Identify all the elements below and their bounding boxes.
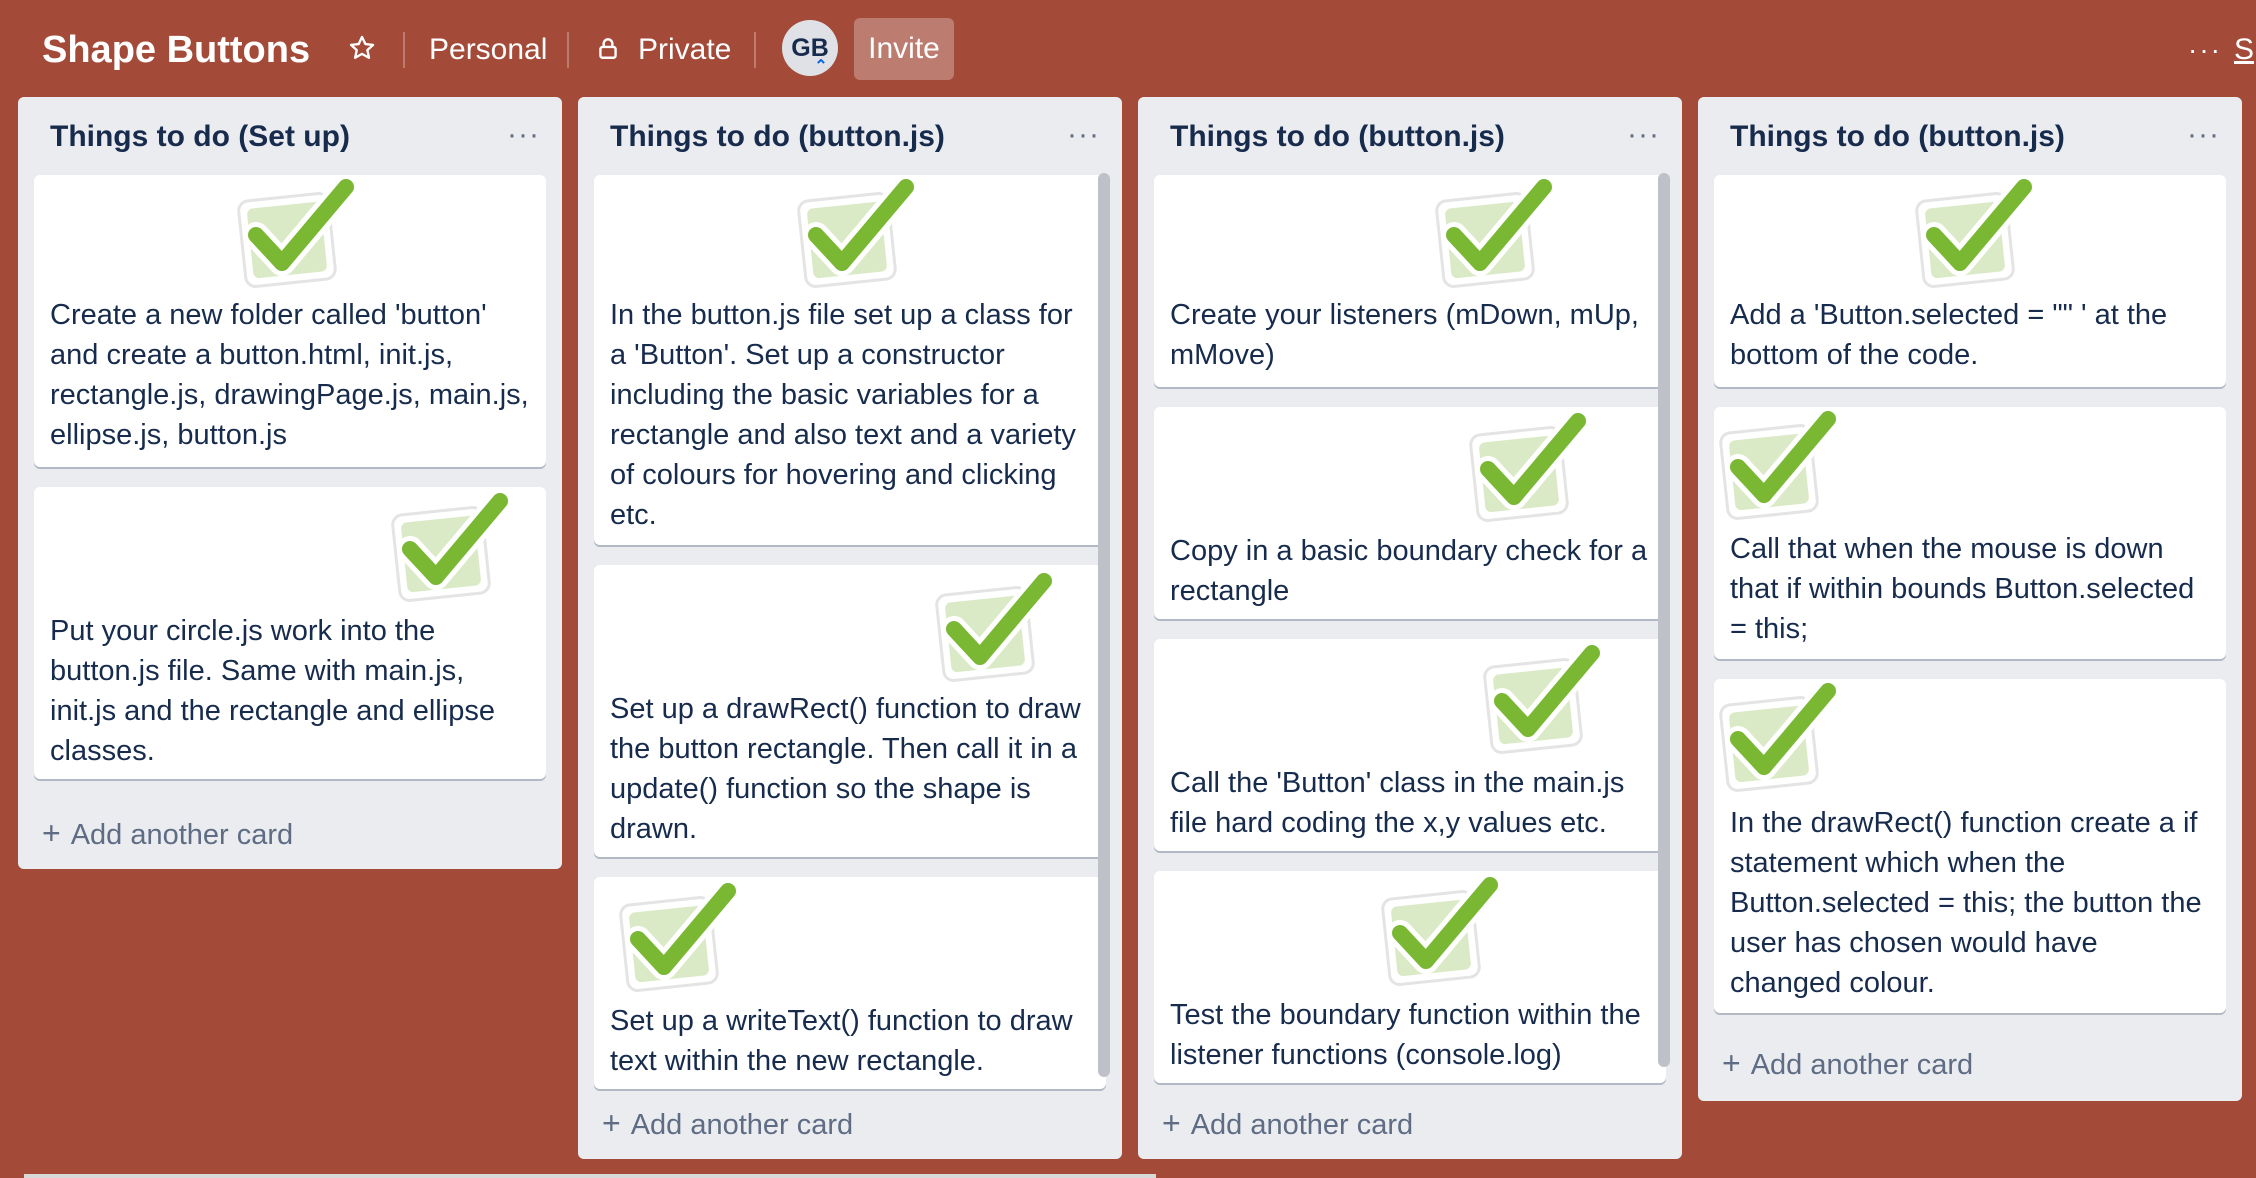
list-menu-button[interactable]: ··· [1627, 115, 1660, 155]
list-button-js-1: Things to do (button.js) ··· In the butt… [578, 97, 1122, 1159]
card[interactable]: In the button.js file set up a class for… [594, 175, 1106, 545]
header-divider [403, 32, 405, 68]
card-text: Call that when the mouse is down that if… [1730, 533, 2195, 645]
plus-icon: + [42, 815, 61, 851]
add-card-button[interactable]: + Add another card [1162, 1103, 1413, 1145]
checkmark-image [1428, 179, 1558, 289]
card-text: Copy in a basic boundary check for a rec… [1170, 535, 1648, 607]
card-text: Create a new folder called 'button' and … [50, 299, 529, 451]
card[interactable]: Create your listeners (mDown, mUp, mMove… [1154, 175, 1666, 387]
checkmark-image [1462, 413, 1592, 523]
card-text: In the drawRect() function create a if s… [1730, 807, 2202, 999]
card-text: Test the boundary function within the li… [1170, 999, 1641, 1071]
board-header: Shape Buttons Personal Private GB ⌃ Invi… [0, 0, 2256, 100]
add-card-label: Add another card [1750, 1049, 1974, 1081]
add-card-button[interactable]: + Add another card [42, 813, 293, 855]
card-text: In the button.js file set up a class for… [610, 299, 1076, 531]
show-menu-button[interactable]: ··· [2188, 28, 2222, 72]
board-title[interactable]: Shape Buttons [42, 22, 310, 78]
card-text: Set up a drawRect() function to draw the… [610, 693, 1081, 845]
list-set-up: Things to do (Set up) ··· Create a new f… [18, 97, 562, 869]
checkmark-image [1908, 179, 2038, 289]
list-scrollbar[interactable] [1098, 173, 1110, 1077]
card[interactable]: Set up a drawRect() function to draw the… [594, 565, 1106, 857]
header-divider [754, 32, 756, 68]
list-title[interactable]: Things to do (button.js) [610, 117, 945, 157]
card-text: Put your circle.js work into the button.… [50, 615, 495, 767]
card[interactable]: Set up a writeText() function to draw te… [594, 877, 1106, 1089]
add-card-label: Add another card [630, 1109, 854, 1141]
card-text: Set up a writeText() function to draw te… [610, 1005, 1073, 1077]
card-text: Add a 'Button.selected = "" ' at the bot… [1730, 299, 2168, 371]
plus-icon: + [1722, 1045, 1741, 1081]
checkmark-image [230, 179, 360, 289]
visibility-button[interactable]: Private [638, 28, 731, 72]
list-title[interactable]: Things to do (button.js) [1170, 117, 1505, 157]
checkmark-image [384, 493, 514, 603]
checkmark-image [1476, 645, 1606, 755]
card-text: Create your listeners (mDown, mUp, mMove… [1170, 299, 1639, 371]
card[interactable]: In the drawRect() function create a if s… [1714, 679, 2226, 1013]
checkmark-image [1374, 877, 1504, 987]
list-menu-button[interactable]: ··· [507, 115, 540, 155]
card[interactable]: Add a 'Button.selected = "" ' at the bot… [1714, 175, 2226, 387]
checkmark-image [790, 179, 920, 289]
star-icon[interactable] [342, 28, 382, 68]
plus-icon: + [602, 1105, 621, 1141]
checkmark-image [612, 883, 742, 993]
list-menu-button[interactable]: ··· [2187, 115, 2220, 155]
plus-icon: + [1162, 1105, 1181, 1141]
list-title[interactable]: Things to do (Set up) [50, 117, 350, 157]
add-card-button[interactable]: + Add another card [602, 1103, 853, 1145]
checkmark-image [1714, 411, 1842, 521]
list-button-js-3: Things to do (button.js) ··· Add a 'Butt… [1698, 97, 2242, 1101]
list-menu-button[interactable]: ··· [1067, 115, 1100, 155]
card[interactable]: Call the 'Button' class in the main.js f… [1154, 639, 1666, 851]
list-title[interactable]: Things to do (button.js) [1730, 117, 2065, 157]
admin-badge-icon: ⌃ [814, 58, 828, 75]
list-scrollbar[interactable] [1658, 173, 1670, 1067]
header-divider [567, 32, 569, 68]
add-card-label: Add another card [70, 819, 294, 851]
card[interactable]: Test the boundary function within the li… [1154, 871, 1666, 1083]
add-card-button[interactable]: + Add another card [1722, 1043, 1973, 1085]
lock-icon [588, 28, 628, 68]
card[interactable]: Copy in a basic boundary check for a rec… [1154, 407, 1666, 619]
invite-button[interactable]: Invite [854, 18, 954, 80]
horizontal-scrollbar[interactable] [24, 1174, 1156, 1178]
add-card-label: Add another card [1190, 1109, 1414, 1141]
list-button-js-2: Things to do (button.js) ··· Create your… [1138, 97, 1682, 1159]
show-menu-label[interactable]: S [2234, 28, 2254, 72]
card[interactable]: Put your circle.js work into the button.… [34, 487, 546, 779]
card[interactable]: Call that when the mouse is down that if… [1714, 407, 2226, 659]
card[interactable]: Create a new folder called 'button' and … [34, 175, 546, 467]
card-text: Call the 'Button' class in the main.js f… [1170, 767, 1625, 839]
checkmark-image [928, 573, 1058, 683]
workspace-button[interactable]: Personal [429, 28, 547, 72]
checkmark-image [1714, 683, 1842, 793]
